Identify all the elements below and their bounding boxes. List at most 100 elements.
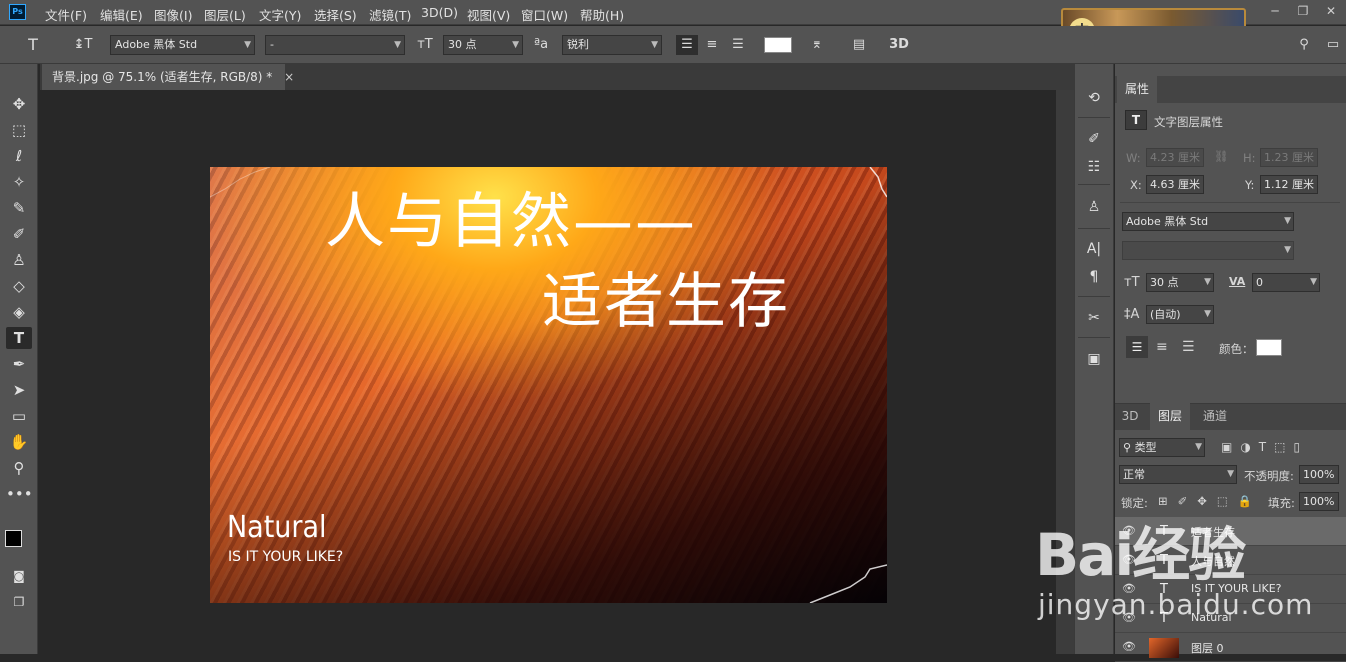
warp-text-icon[interactable]: ⌆: [806, 35, 828, 55]
tab-close-icon[interactable]: ×: [284, 70, 294, 84]
fill-field[interactable]: 100%: [1299, 492, 1339, 511]
navigator-icon[interactable]: ▣: [1082, 348, 1106, 370]
canvas-title-line1[interactable]: 人与自然——: [325, 173, 697, 260]
menu-file[interactable]: 文件(F): [45, 5, 87, 24]
menu-window[interactable]: 窗口(W): [521, 5, 568, 24]
align-left-icon[interactable]: ☰: [676, 35, 698, 55]
tab-layers[interactable]: 图层: [1150, 403, 1190, 430]
blend-mode-select[interactable]: 正常 ▼: [1119, 465, 1237, 484]
align-right-icon[interactable]: ☰: [727, 35, 749, 55]
layer-row[interactable]: 👁 图层 0: [1115, 633, 1346, 662]
tools-icon[interactable]: ✂: [1082, 307, 1106, 329]
character-panel-icon[interactable]: ▤: [848, 35, 870, 55]
font-style-select[interactable]: - ▼: [265, 35, 405, 55]
tab-3d[interactable]: 3D: [1116, 403, 1144, 430]
antialias-select[interactable]: 锐利 ▼: [562, 35, 662, 55]
prop-font-family-select[interactable]: Adobe 黑体 Std ▼: [1122, 212, 1294, 231]
rectangle-tool-icon[interactable]: ▭: [6, 405, 32, 427]
menu-layer[interactable]: 图层(L): [204, 5, 246, 24]
more-tools-icon[interactable]: •••: [6, 483, 33, 505]
prop-color-label: 颜色：: [1219, 342, 1254, 356]
lasso-tool-icon[interactable]: ℓ: [6, 145, 32, 167]
lock-icons[interactable]: ⊞✐✥⬚🔒: [1158, 494, 1262, 508]
adjustments-icon[interactable]: ☷: [1082, 156, 1106, 178]
photoshop-logo-icon: Ps: [9, 4, 26, 20]
prop-align-left-icon[interactable]: ☰: [1126, 336, 1148, 358]
y-field[interactable]: 1.12 厘米: [1260, 175, 1318, 194]
marquee-tool-icon[interactable]: ⬚: [6, 119, 32, 141]
leading-select[interactable]: (自动) ▼: [1146, 305, 1214, 324]
menu-filter[interactable]: 滤镜(T): [369, 5, 411, 24]
prop-font-size-select[interactable]: 30 点 ▼: [1146, 273, 1214, 292]
tracking-select[interactable]: 0 ▼: [1252, 273, 1320, 292]
paragraph-icon[interactable]: ¶: [1082, 266, 1106, 288]
dock-separator: [1078, 337, 1110, 338]
tracking-value: 0: [1256, 276, 1263, 289]
chevron-down-icon: ▼: [1310, 277, 1317, 287]
document-tab[interactable]: 背景.jpg @ 75.1% (适者生存, RGB/8) * ×: [42, 64, 294, 90]
clone-source-icon[interactable]: ♙: [1082, 196, 1106, 218]
move-tool-icon[interactable]: ✥: [6, 93, 32, 115]
search-icon[interactable]: ⚲: [1293, 35, 1315, 55]
eyedropper-tool-icon[interactable]: ✎: [6, 197, 32, 219]
divider: [1120, 202, 1340, 203]
text-layer-icon: T: [1125, 110, 1147, 130]
pen-tool-icon[interactable]: ✒: [6, 353, 32, 375]
3d-button[interactable]: 3D: [888, 35, 910, 55]
zoom-tool-icon[interactable]: ⚲: [6, 457, 32, 479]
visibility-eye-icon[interactable]: 👁: [1122, 640, 1136, 653]
history-icon[interactable]: ⟲: [1082, 87, 1106, 109]
font-family-select[interactable]: Adobe 黑体 Std ▼: [110, 35, 255, 55]
brush-presets-icon[interactable]: ✐: [1082, 128, 1106, 150]
prop-font-size-value: 30 点: [1150, 276, 1179, 289]
chevron-down-icon: ▼: [1284, 216, 1291, 226]
prop-align-right-icon[interactable]: ☰: [1182, 339, 1195, 355]
minimize-icon[interactable]: ─: [1266, 4, 1284, 18]
prop-font-family-value: Adobe 黑体 Std: [1126, 215, 1209, 228]
canvas-title-line2[interactable]: 适者生存: [542, 253, 790, 340]
toggle-orientation-icon[interactable]: ↨T: [72, 35, 94, 55]
character-icon[interactable]: A|: [1082, 238, 1106, 260]
dock-separator: [1078, 296, 1110, 297]
x-field[interactable]: 4.63 厘米: [1146, 175, 1204, 194]
fill-label: 填充:: [1268, 496, 1295, 510]
align-center-icon[interactable]: ≡: [701, 35, 723, 55]
tab-channels[interactable]: 通道: [1195, 403, 1235, 430]
font-size-select[interactable]: 30 点 ▼: [443, 35, 523, 55]
brush-tool-icon[interactable]: ✐: [6, 223, 32, 245]
foreground-color-swatch[interactable]: [5, 530, 22, 547]
hand-tool-icon[interactable]: ✋: [6, 431, 32, 453]
canvas-natural-text[interactable]: Natural: [227, 510, 327, 545]
menu-help[interactable]: 帮助(H): [580, 5, 624, 24]
dock-separator: [1078, 228, 1110, 229]
close-icon[interactable]: ✕: [1322, 4, 1340, 18]
stamp-tool-icon[interactable]: ♙: [6, 249, 32, 271]
type-tool-preset-icon[interactable]: T: [22, 35, 44, 55]
magic-wand-tool-icon[interactable]: ✧: [6, 171, 32, 193]
menu-type[interactable]: 文字(Y): [259, 5, 301, 24]
layer-filter-select[interactable]: ⚲ 类型 ▼: [1119, 438, 1205, 457]
paint-bucket-tool-icon[interactable]: ◈: [6, 301, 32, 323]
workspace-icon[interactable]: ▭: [1322, 35, 1344, 55]
watermark-brand: Bai经验: [1035, 521, 1246, 589]
menu-edit[interactable]: 编辑(E): [100, 5, 143, 24]
type-tool-icon[interactable]: T: [6, 327, 32, 349]
y-label: Y:: [1245, 178, 1255, 192]
menu-select[interactable]: 选择(S): [314, 5, 357, 24]
layer-filter-icons[interactable]: ▣◑T⬚▯: [1221, 440, 1308, 454]
tab-properties[interactable]: 属性: [1117, 76, 1157, 103]
screen-mode-icon[interactable]: ❐: [6, 591, 32, 613]
prop-color-swatch[interactable]: [1256, 339, 1282, 356]
text-color-swatch[interactable]: [764, 37, 792, 53]
menu-3d[interactable]: 3D(D): [421, 5, 458, 20]
chevron-down-icon: ▼: [1227, 469, 1234, 479]
opacity-field[interactable]: 100%: [1299, 465, 1339, 484]
menu-image[interactable]: 图像(I): [154, 5, 192, 24]
path-select-tool-icon[interactable]: ➤: [6, 379, 32, 401]
prop-align-center-icon[interactable]: ≡: [1156, 339, 1168, 355]
restore-icon[interactable]: ❐: [1294, 4, 1312, 18]
canvas-subtitle-text[interactable]: IS IT YOUR LIKE?: [228, 549, 343, 565]
eraser-tool-icon[interactable]: ◇: [6, 275, 32, 297]
quick-mask-icon[interactable]: ◙: [6, 565, 32, 587]
menu-view[interactable]: 视图(V): [467, 5, 510, 24]
